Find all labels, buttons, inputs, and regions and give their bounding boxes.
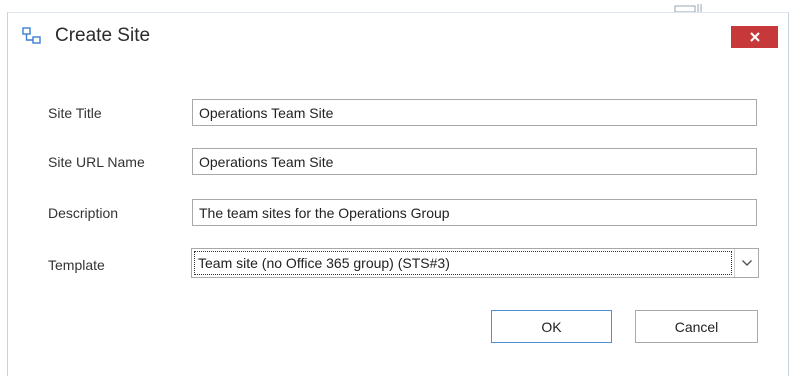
site-title-input[interactable]: Operations Team Site bbox=[192, 99, 757, 126]
template-select[interactable]: Team site (no Office 365 group) (STS#3) bbox=[191, 248, 759, 278]
site-url-name-label: Site URL Name bbox=[48, 154, 145, 170]
description-input[interactable]: The team sites for the Operations Group bbox=[192, 199, 757, 226]
dialog-title: Create Site bbox=[55, 25, 151, 46]
site-title-label: Site Title bbox=[48, 105, 102, 121]
cancel-button[interactable]: Cancel bbox=[635, 310, 758, 343]
template-dropdown-button[interactable] bbox=[734, 249, 758, 277]
ok-button[interactable]: OK bbox=[491, 310, 612, 343]
template-label: Template bbox=[48, 257, 105, 273]
create-site-icon bbox=[22, 27, 42, 45]
background-window-edge bbox=[674, 0, 704, 13]
close-icon bbox=[749, 31, 761, 43]
chevron-down-icon bbox=[741, 254, 753, 272]
create-site-dialog: Create Site Site Title Operations Team S… bbox=[7, 12, 789, 376]
description-label: Description bbox=[48, 205, 119, 221]
dialog-titlebar: Create Site bbox=[8, 13, 788, 59]
close-button[interactable] bbox=[731, 26, 778, 48]
template-selected-value: Team site (no Office 365 group) (STS#3) bbox=[194, 251, 732, 275]
site-url-name-input[interactable]: Operations Team Site bbox=[192, 148, 757, 175]
